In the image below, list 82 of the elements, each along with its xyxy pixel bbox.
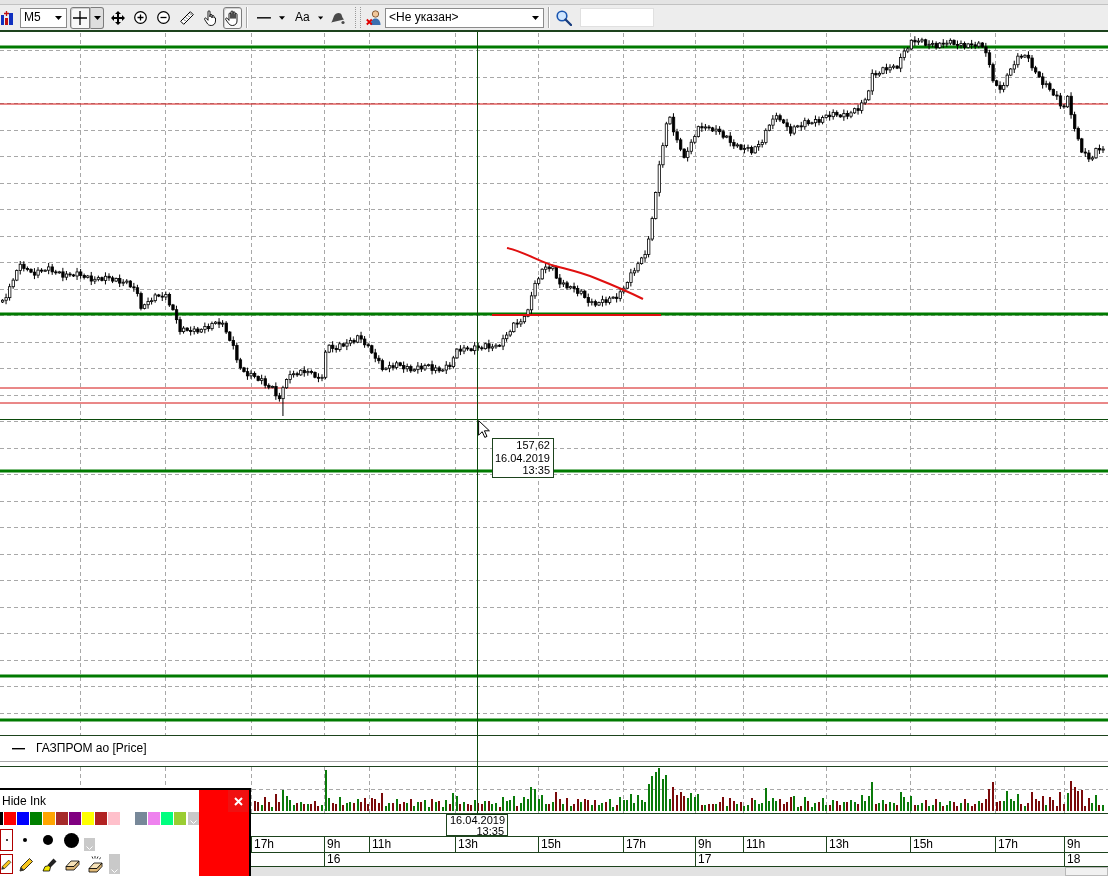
highlighter-icon <box>41 856 57 872</box>
close-button[interactable] <box>228 790 248 812</box>
color-swatch[interactable] <box>108 812 120 825</box>
interval-dropdown[interactable]: M5 <box>20 7 67 28</box>
client-dropdown[interactable]: <Не указан> <box>385 7 544 28</box>
color-swatch[interactable] <box>135 812 147 825</box>
mouse-pointer-icon <box>478 420 490 438</box>
hour-label: 11h <box>372 837 392 851</box>
bell-button[interactable] <box>330 10 345 25</box>
date-value: 16.04.2019 <box>494 451 550 465</box>
crosshair-icon <box>73 10 87 25</box>
legend-line-icon <box>12 747 25 750</box>
bell-icon <box>330 10 345 25</box>
person-cross-button[interactable] <box>366 9 382 26</box>
hour-label: 15h <box>913 837 934 851</box>
hour-label: 13h <box>458 837 479 851</box>
dot-icon <box>63 832 79 848</box>
hide-ink-button[interactable]: Hide Ink <box>2 794 47 808</box>
hand-button[interactable] <box>223 6 242 29</box>
pen-size-button[interactable] <box>0 829 13 851</box>
color-swatch[interactable] <box>82 812 94 825</box>
date-value: 16.04.2019 <box>450 815 506 826</box>
caret-icon <box>532 15 539 20</box>
close-icon <box>233 796 243 806</box>
move-arrows-icon <box>110 10 125 25</box>
eraser-icon <box>64 857 80 871</box>
color-swatch[interactable] <box>69 812 81 825</box>
color-swatch[interactable] <box>17 812 29 825</box>
sparkle-eraser-icon <box>87 855 103 873</box>
ruler-icon <box>179 10 194 25</box>
day-label: 16 <box>327 852 341 866</box>
hour-label: 11h <box>746 837 766 851</box>
color-swatch[interactable] <box>30 812 42 825</box>
pointing-hand-icon <box>203 9 216 26</box>
time-value: 13:35 <box>476 825 504 836</box>
caret-icon <box>55 15 62 20</box>
color-swatch[interactable] <box>4 812 16 825</box>
color-swatch[interactable] <box>148 812 160 825</box>
day-label: 18 <box>1067 852 1081 866</box>
time-value: 13:35 <box>522 464 550 477</box>
crosshair-button[interactable] <box>70 6 90 29</box>
chevron-icon <box>190 820 197 824</box>
scrollbar-thumb[interactable] <box>1065 867 1108 876</box>
hand-icon <box>224 9 241 26</box>
dot-icon <box>23 838 27 842</box>
hour-label: 9h <box>698 837 712 851</box>
pencil-tool-button[interactable] <box>0 854 13 874</box>
day-label: 17 <box>698 852 712 866</box>
hour-label: 15h <box>541 837 562 851</box>
chevron-icon <box>111 869 118 873</box>
person-cross-icon <box>366 9 382 26</box>
font-dropdown[interactable]: Aa <box>292 6 326 29</box>
crosshair-dropdown-button[interactable] <box>90 6 104 29</box>
color-swatch[interactable] <box>161 812 173 825</box>
legend-label: ГАЗПРОМ ао [Price] <box>36 741 147 756</box>
search-button[interactable] <box>556 9 572 26</box>
hour-label: 17h <box>626 837 647 851</box>
chevron-icon <box>86 846 93 850</box>
hour-label: 17h <box>254 837 275 851</box>
hour-label: 9h <box>327 837 341 851</box>
caret-icon <box>278 15 285 20</box>
chart-bars-icon <box>1 10 13 25</box>
zoom-out-icon <box>157 11 170 24</box>
color-swatch[interactable] <box>174 812 186 825</box>
chart-bars-button[interactable] <box>1 10 13 25</box>
hour-label: 17h <box>998 837 1019 851</box>
color-swatch[interactable] <box>95 812 107 825</box>
search-field[interactable] <box>580 8 654 27</box>
color-swatch[interactable] <box>43 812 55 825</box>
dot-icon <box>43 835 53 845</box>
caret-icon <box>93 15 101 20</box>
price-value: 157,62 <box>516 439 550 452</box>
zoom-in-icon <box>134 11 147 24</box>
horizontal-scrollbar[interactable] <box>251 867 1108 876</box>
hour-label: 13h <box>829 837 850 851</box>
hour-label: 9h <box>1067 837 1081 851</box>
caret-icon <box>317 15 323 20</box>
line-style-icon <box>257 16 271 19</box>
color-swatch[interactable] <box>0 812 3 825</box>
color-swatch[interactable] <box>56 812 68 825</box>
search-icon <box>556 9 572 26</box>
pencil-icon <box>18 856 34 872</box>
